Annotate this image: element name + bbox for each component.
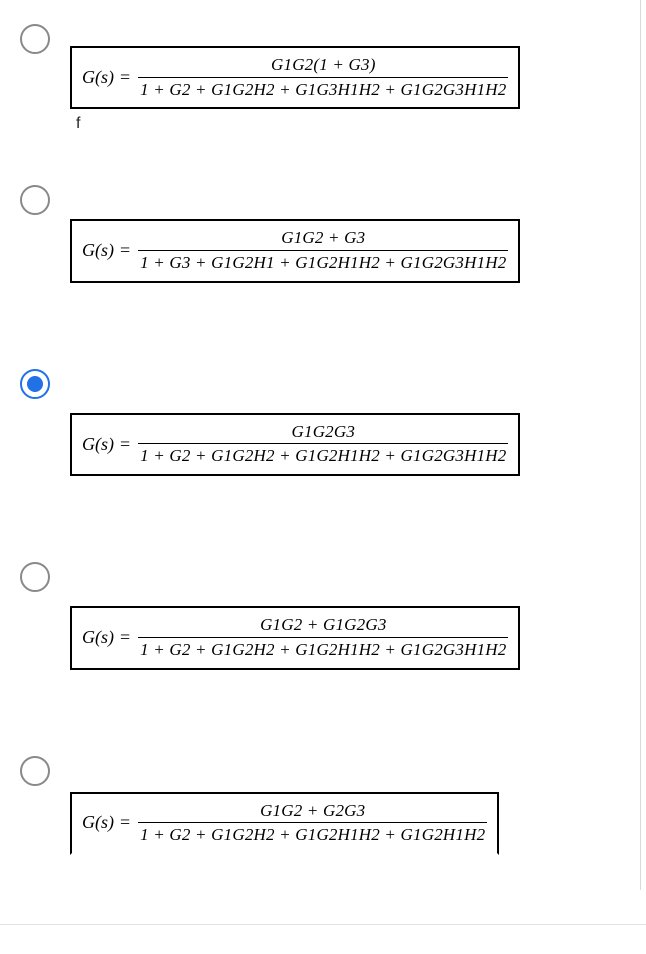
question-panel: G(s) = G1G2(1 + G3) 1 + G2 + G1G2H2 + G1… xyxy=(0,0,641,890)
equation-frame-a: G(s) = G1G2(1 + G3) 1 + G2 + G1G2H2 + G1… xyxy=(70,46,520,109)
fraction-d: G1G2 + G1G2G3 1 + G2 + G1G2H2 + G1G2H1H2… xyxy=(138,616,508,659)
bottom-divider xyxy=(0,924,646,925)
numerator-b: G1G2 + G3 xyxy=(279,229,367,248)
option-e: G(s) = G1G2 + G2G3 1 + G2 + G1G2H2 + G1G… xyxy=(0,700,640,855)
radio-option-c[interactable] xyxy=(20,369,50,399)
equation-lhs: G(s) xyxy=(82,68,114,88)
denominator-c: 1 + G2 + G1G2H2 + G1G2H1H2 + G1G2G3H1H2 xyxy=(138,447,508,466)
equation-frame-c: G(s) = G1G2G3 1 + G2 + G1G2H2 + G1G2H1H2… xyxy=(70,413,520,476)
equation-lhs: G(s) xyxy=(82,435,114,455)
options-list: G(s) = G1G2(1 + G3) 1 + G2 + G1G2H2 + G1… xyxy=(0,0,640,890)
fraction-b: G1G2 + G3 1 + G3 + G1G2H1 + G1G2H1H2 + G… xyxy=(138,229,508,272)
equals-sign: = xyxy=(120,241,130,261)
equation-frame-d: G(s) = G1G2 + G1G2G3 1 + G2 + G1G2H2 + G… xyxy=(70,606,520,669)
radio-option-d[interactable] xyxy=(20,562,50,592)
denominator-e: 1 + G2 + G1G2H2 + G1G2H1H2 + G1G2H1H2 xyxy=(138,826,487,845)
equals-sign: = xyxy=(120,435,130,455)
numerator-e: G1G2 + G2G3 xyxy=(258,802,367,821)
option-a: G(s) = G1G2(1 + G3) 1 + G2 + G1G2H2 + G1… xyxy=(0,0,640,163)
denominator-d: 1 + G2 + G1G2H2 + G1G2H1H2 + G1G2G3H1H2 xyxy=(138,641,508,660)
equation-lhs: G(s) xyxy=(82,628,114,648)
equation-frame-e: G(s) = G1G2 + G2G3 1 + G2 + G1G2H2 + G1G… xyxy=(70,792,499,855)
option-b: G(s) = G1G2 + G3 1 + G3 + G1G2H1 + G1G2H… xyxy=(0,163,640,312)
equation-lhs: G(s) xyxy=(82,241,114,261)
equals-sign: = xyxy=(120,813,130,833)
option-d: G(s) = G1G2 + G1G2G3 1 + G2 + G1G2H2 + G… xyxy=(0,506,640,699)
caption-a: f xyxy=(70,115,620,133)
denominator-a: 1 + G2 + G1G2H2 + G1G3H1H2 + G1G2G3H1H2 xyxy=(138,81,508,100)
fraction-a: G1G2(1 + G3) 1 + G2 + G1G2H2 + G1G3H1H2 … xyxy=(138,56,508,99)
equals-sign: = xyxy=(120,628,130,648)
radio-option-e[interactable] xyxy=(20,756,50,786)
option-c: G(s) = G1G2G3 1 + G2 + G1G2H2 + G1G2H1H2… xyxy=(0,313,640,506)
fraction-e: G1G2 + G2G3 1 + G2 + G1G2H2 + G1G2H1H2 +… xyxy=(138,802,487,845)
radio-option-b[interactable] xyxy=(20,185,50,215)
equation-frame-b: G(s) = G1G2 + G3 1 + G3 + G1G2H1 + G1G2H… xyxy=(70,219,520,282)
numerator-c: G1G2G3 xyxy=(290,423,358,442)
equation-lhs: G(s) xyxy=(82,813,114,833)
numerator-d: G1G2 + G1G2G3 xyxy=(258,616,388,635)
fraction-c: G1G2G3 1 + G2 + G1G2H2 + G1G2H1H2 + G1G2… xyxy=(138,423,508,466)
numerator-a: G1G2(1 + G3) xyxy=(269,56,378,75)
equals-sign: = xyxy=(120,68,130,88)
denominator-b: 1 + G3 + G1G2H1 + G1G2H1H2 + G1G2G3H1H2 xyxy=(138,254,508,273)
radio-option-a[interactable] xyxy=(20,24,50,54)
